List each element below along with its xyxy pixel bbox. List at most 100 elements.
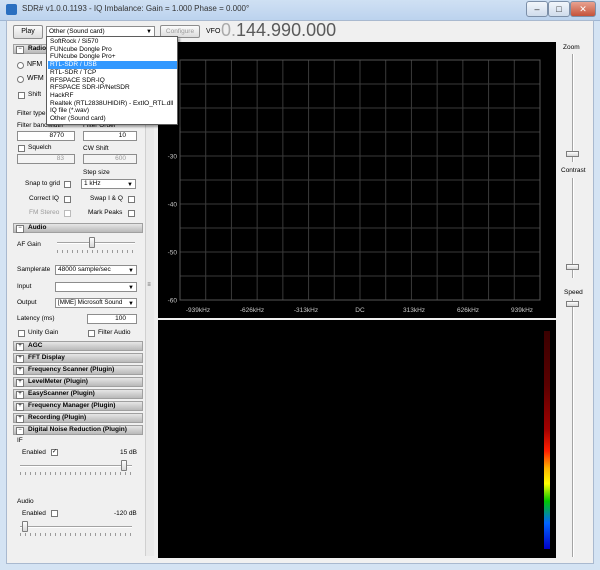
dnr-audio-thumb[interactable] <box>22 521 29 532</box>
source-option[interactable]: FUNcube Dongle Pro+ <box>48 53 177 61</box>
dnr-if-thumb[interactable] <box>120 460 127 471</box>
step-size-label: Step size <box>83 169 110 176</box>
x-tick-label: -313kHz <box>294 307 318 314</box>
samplerate-label: Samplerate <box>17 266 51 273</box>
contrast-thumb[interactable] <box>566 264 579 270</box>
speed-thumb[interactable] <box>566 301 579 307</box>
input-select[interactable]: ▼ <box>55 282 137 292</box>
af-gain-slider[interactable] <box>17 237 137 253</box>
output-select[interactable]: [MME] Microsoft Sound ▼ <box>55 298 137 308</box>
minimize-button[interactable]: – <box>526 1 548 17</box>
snap-to-grid-checkbox[interactable] <box>64 181 71 188</box>
shift-label: Shift <box>28 91 42 98</box>
output-value: [MME] Microsoft Sound <box>58 299 123 306</box>
af-gain-track <box>57 242 135 244</box>
squelch-checkbox[interactable] <box>18 145 25 152</box>
cw-shift-label: CW Shift <box>83 145 109 152</box>
latency-input[interactable]: 100 <box>87 314 137 324</box>
levelmeter-section-header[interactable]: + LevelMeter (Plugin) <box>13 377 143 387</box>
zoom-track <box>572 54 574 162</box>
correct-iq-label: Correct IQ <box>29 195 59 202</box>
dnr-section-header[interactable]: − Digital Noise Reduction (Plugin) <box>13 425 143 435</box>
af-gain-thumb[interactable] <box>89 237 96 248</box>
recording-section-header[interactable]: + Recording (Plugin) <box>13 413 143 423</box>
frequency-scanner-section-header[interactable]: + Frequency Scanner (Plugin) <box>13 365 143 375</box>
contrast-slider[interactable] <box>566 178 580 278</box>
source-option[interactable]: HackRF <box>48 92 177 100</box>
frequency-manager-section-header[interactable]: + Frequency Manager (Plugin) <box>13 401 143 411</box>
source-option[interactable]: Realtek (RTL2838UHIDIR) - ExtIO_RTL.dll <box>48 100 177 108</box>
filter-order-input[interactable]: 10 <box>83 131 137 141</box>
dnr-if-enabled-label: Enabled <box>22 449 46 456</box>
filter-type-label: Filter type <box>17 110 46 117</box>
wfm-radio[interactable] <box>17 76 24 83</box>
y-tick-label: -30 <box>168 154 178 161</box>
window-title: SDR# v1.0.0.1193 - IQ Imbalance: Gain = … <box>22 4 250 13</box>
source-option[interactable]: SoftRock / Si570 <box>48 38 177 46</box>
radio-header-label: Radio <box>28 45 47 52</box>
zoom-slider[interactable] <box>566 54 580 162</box>
source-option-selected[interactable]: RTL-SDR / USB <box>48 61 177 69</box>
dnr-audio-ticks <box>20 533 132 536</box>
dnr-if-label: IF <box>17 437 23 444</box>
vfo-prefix: 0. <box>221 20 237 40</box>
chevron-down-icon: ▼ <box>127 182 133 188</box>
close-button[interactable]: ✕ <box>570 1 596 17</box>
spectrum-panel[interactable]: -20-30-40-50-60-939kHz-626kHz-313kHzDC31… <box>158 42 556 318</box>
samplerate-value: 48000 sample/sec <box>58 266 111 273</box>
waterfall-panel[interactable] <box>158 320 556 558</box>
step-size-select[interactable]: 1 kHz ▼ <box>81 179 136 189</box>
dnr-if-track <box>20 465 132 467</box>
correct-iq-checkbox[interactable] <box>64 196 71 203</box>
y-tick-label: -60 <box>168 298 178 305</box>
cw-shift-input[interactable]: 600 <box>83 154 137 164</box>
section-label: FFT Display <box>28 354 65 361</box>
speed-track <box>572 299 574 557</box>
dnr-audio-enabled-checkbox[interactable] <box>51 510 58 517</box>
dnr-audio-slider[interactable] <box>17 520 135 536</box>
source-option[interactable]: FUNcube Dongle Pro <box>48 46 177 54</box>
waterfall-gradient <box>544 331 550 549</box>
easyscanner-section-header[interactable]: + EasyScanner (Plugin) <box>13 389 143 399</box>
section-label: Frequency Manager (Plugin) <box>28 402 116 409</box>
dnr-audio-label: Audio <box>17 498 34 505</box>
x-tick-label: 939kHz <box>511 307 533 314</box>
dnr-if-ticks <box>20 472 132 475</box>
unity-gain-checkbox[interactable] <box>18 330 25 337</box>
samplerate-select[interactable]: 48000 sample/sec ▼ <box>55 265 137 275</box>
maximize-button[interactable]: □ <box>548 1 570 17</box>
source-option[interactable]: Other (Sound card) <box>48 115 177 123</box>
swap-iq-checkbox[interactable] <box>128 196 135 203</box>
dnr-if-slider[interactable] <box>17 459 135 475</box>
vfo-frequency[interactable]: 0.144.990.000 <box>221 20 336 41</box>
speed-label: Speed <box>564 289 583 296</box>
section-label: Frequency Scanner (Plugin) <box>28 366 115 373</box>
filter-bandwidth-input[interactable]: 8770 <box>17 131 75 141</box>
squelch-input[interactable]: 83 <box>17 154 75 164</box>
dnr-if-enabled-checkbox[interactable]: ✓ <box>51 449 58 456</box>
scrollbar-grip-icon[interactable]: ≡ <box>146 282 152 292</box>
nfm-label: NFM <box>27 61 43 68</box>
squelch-label: Squelch <box>28 144 52 151</box>
vfo-value: 144.990.000 <box>236 20 337 40</box>
zoom-thumb[interactable] <box>566 151 579 157</box>
fm-stereo-checkbox[interactable] <box>64 210 71 217</box>
play-button[interactable]: Play <box>13 25 43 39</box>
source-option[interactable]: RFSPACE SDR-IP/NetSDR <box>48 84 177 92</box>
input-label: Input <box>17 283 32 290</box>
source-option[interactable]: IQ file (*.wav) <box>48 107 177 115</box>
filter-audio-label: Filter Audio <box>98 329 131 336</box>
audio-section-header[interactable]: − Audio <box>13 223 143 233</box>
filter-audio-checkbox[interactable] <box>88 330 95 337</box>
speed-slider[interactable] <box>566 299 580 557</box>
nfm-radio[interactable] <box>17 62 24 69</box>
title-bar: SDR# v1.0.0.1193 - IQ Imbalance: Gain = … <box>0 0 600 21</box>
source-option[interactable]: RTL-SDR / TCP <box>48 69 177 77</box>
mark-peaks-checkbox[interactable] <box>128 210 135 217</box>
zoom-label: Zoom <box>563 44 580 51</box>
shift-checkbox[interactable] <box>18 92 25 99</box>
fft-display-section-header[interactable]: + FFT Display <box>13 353 143 363</box>
section-label: EasyScanner (Plugin) <box>28 390 95 397</box>
agc-section-header[interactable]: + AGC <box>13 341 143 351</box>
source-option[interactable]: RFSPACE SDR-IQ <box>48 77 177 85</box>
